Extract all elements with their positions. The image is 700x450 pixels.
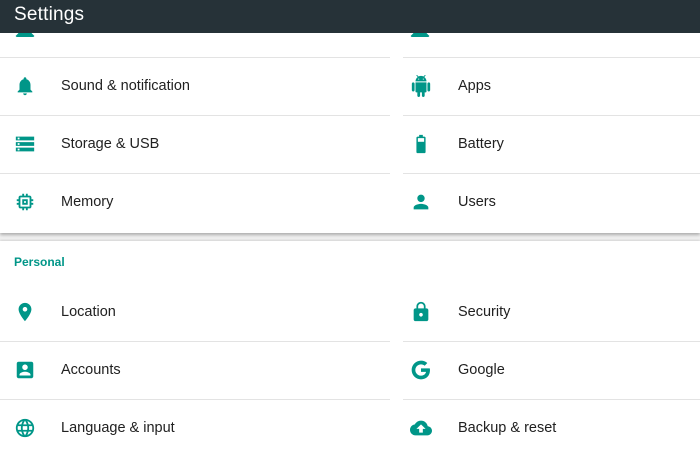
android-icon <box>410 75 432 97</box>
settings-item-battery[interactable]: Battery <box>401 116 700 172</box>
memory-icon <box>14 191 36 213</box>
settings-item-accounts[interactable]: Accounts <box>0 342 340 398</box>
settings-item-language-input[interactable]: Language & input <box>0 400 340 450</box>
settings-item-apps[interactable]: Apps <box>401 58 700 114</box>
item-label: Apps <box>458 78 492 94</box>
device-settings-card: Sound & notification Apps Storage & USB … <box>0 33 700 233</box>
settings-item-location[interactable]: Location <box>0 284 340 340</box>
item-label: Users <box>458 194 496 210</box>
account-box-icon <box>14 359 36 381</box>
item-label: Storage & USB <box>61 136 160 152</box>
app-bar: Settings <box>0 0 700 33</box>
settings-item-users[interactable]: Users <box>401 174 700 230</box>
settings-item-memory[interactable]: Memory <box>0 174 340 230</box>
cloud-upload-icon <box>410 417 432 439</box>
bell-icon <box>14 75 36 97</box>
item-label: Sound & notification <box>61 78 190 94</box>
location-pin-icon <box>14 301 36 323</box>
item-label: Location <box>61 304 116 320</box>
section-header-personal: Personal <box>14 255 65 269</box>
display-icon <box>410 33 430 37</box>
personal-settings-card: Personal Location Security Accounts Goog… <box>0 241 700 450</box>
settings-item-sound-notification[interactable]: Sound & notification <box>0 58 340 114</box>
settings-item-backup-reset[interactable]: Backup & reset <box>401 400 700 450</box>
item-label: Backup & reset <box>458 420 557 436</box>
battery-icon <box>410 133 432 155</box>
storage-icon <box>14 133 36 155</box>
google-g-icon <box>410 359 432 381</box>
settings-item-google[interactable]: Google <box>401 342 700 398</box>
lock-icon <box>410 301 432 323</box>
display-icon <box>15 33 35 37</box>
page-title: Settings <box>14 4 85 25</box>
item-label: Language & input <box>61 420 175 436</box>
globe-icon <box>14 417 36 439</box>
item-label: Accounts <box>61 362 121 378</box>
settings-item-storage-usb[interactable]: Storage & USB <box>0 116 340 172</box>
item-label: Memory <box>61 194 114 210</box>
item-label: Security <box>458 304 511 320</box>
item-label: Google <box>458 362 505 378</box>
person-icon <box>410 191 432 213</box>
card-separator <box>0 233 700 241</box>
settings-item-security[interactable]: Security <box>401 284 700 340</box>
item-label: Battery <box>458 136 504 152</box>
